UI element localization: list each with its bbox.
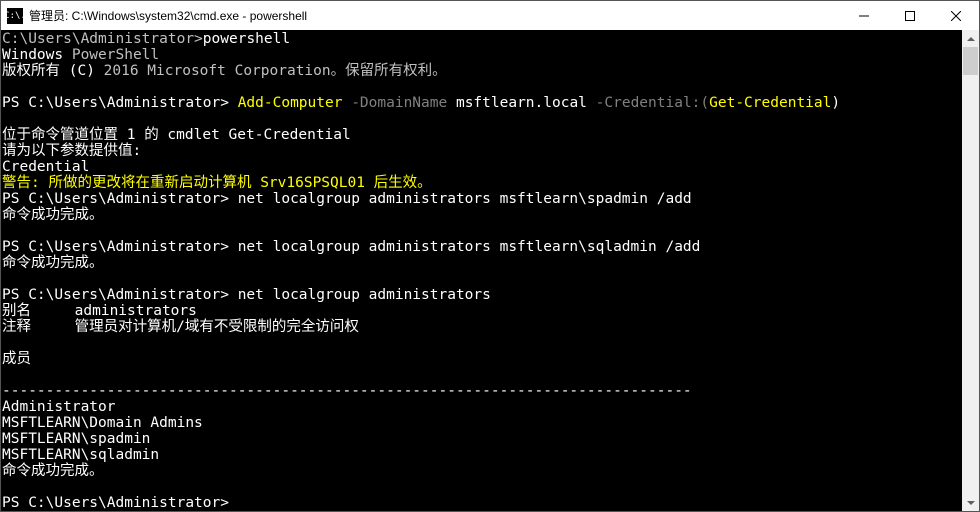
terminal-area: C:\Users\Administrator>powershell Window… [1, 30, 979, 511]
ps-prompt: PS C:\Users\Administrator> [2, 191, 238, 207]
ps-prompt: PS C:\Users\Administrator> [2, 95, 238, 111]
window-title: 管理员: C:\Windows\system32\cmd.exe - power… [29, 7, 841, 24]
output-text: 位于命令管道位置 1 的 cmdlet Get-Credential [2, 127, 351, 143]
output-text: Windows [2, 47, 63, 63]
output-text: 命令成功完成。 [2, 255, 104, 271]
param: -DomainName [342, 95, 447, 111]
ps-prompt: PS C:\Users\Administrator> [2, 239, 238, 255]
arg: ) [831, 95, 840, 111]
warning-text: 警告: 所做的更改将在重新启动计算机 Srv16SPSQL01 后生效。 [2, 175, 432, 191]
cmd-window: C:\. 管理员: C:\Windows\system32\cmd.exe - … [0, 0, 980, 512]
close-button[interactable] [933, 1, 979, 30]
scroll-track[interactable] [962, 47, 979, 494]
cmdlet: Get-Credential [709, 95, 831, 111]
terminal-output[interactable]: C:\Users\Administrator>powershell Window… [1, 30, 962, 511]
member-row: MSFTLEARN\spadmin [2, 431, 150, 447]
command-text: net localgroup administrators [238, 287, 491, 303]
minimize-button[interactable] [841, 1, 887, 30]
ps-prompt: PS C:\Users\Administrator> [2, 287, 238, 303]
command-text: net localgroup administrators msftlearn\… [238, 191, 692, 207]
scrollbar[interactable] [962, 30, 979, 511]
maximize-button[interactable] [887, 1, 933, 30]
output-text: 请为以下参数提供值: [2, 143, 141, 159]
command-text: net localgroup administrators msftlearn\… [238, 239, 701, 255]
cmdlet: Add-Computer [238, 95, 343, 111]
divider-line: ----------------------------------------… [2, 383, 692, 399]
member-row: MSFTLEARN\Domain Admins [2, 415, 203, 431]
member-row: MSFTLEARN\sqladmin [2, 447, 159, 463]
member-row: Administrator [2, 399, 116, 415]
output-text: 2016 Microsoft Corporation。保留所有权利。 [95, 63, 447, 79]
ps-prompt: PS C:\Users\Administrator> [2, 495, 238, 511]
output-text: PowerShell [63, 47, 159, 63]
window-controls [841, 1, 979, 30]
arg: msftlearn.local [447, 95, 587, 111]
output-text: 别名 administrators [2, 303, 197, 319]
output-text: 注释 管理员对计算机/域有不受限制的完全访问权 [2, 319, 359, 335]
titlebar[interactable]: C:\. 管理员: C:\Windows\system32\cmd.exe - … [1, 1, 979, 30]
scroll-up-button[interactable] [962, 30, 979, 47]
output-text: 版权所有 (C) [2, 63, 95, 79]
param: -Credential:( [587, 95, 709, 111]
scroll-down-button[interactable] [962, 494, 979, 511]
output-text: 命令成功完成。 [2, 463, 104, 479]
command-text: powershell [203, 31, 290, 47]
output-text: Credential [2, 159, 89, 175]
output-text: 成员 [2, 351, 31, 367]
scroll-thumb[interactable] [963, 47, 978, 75]
cmd-icon: C:\. [7, 8, 23, 24]
prompt: C:\Users\Administrator> [2, 31, 203, 47]
output-text: 命令成功完成。 [2, 207, 104, 223]
